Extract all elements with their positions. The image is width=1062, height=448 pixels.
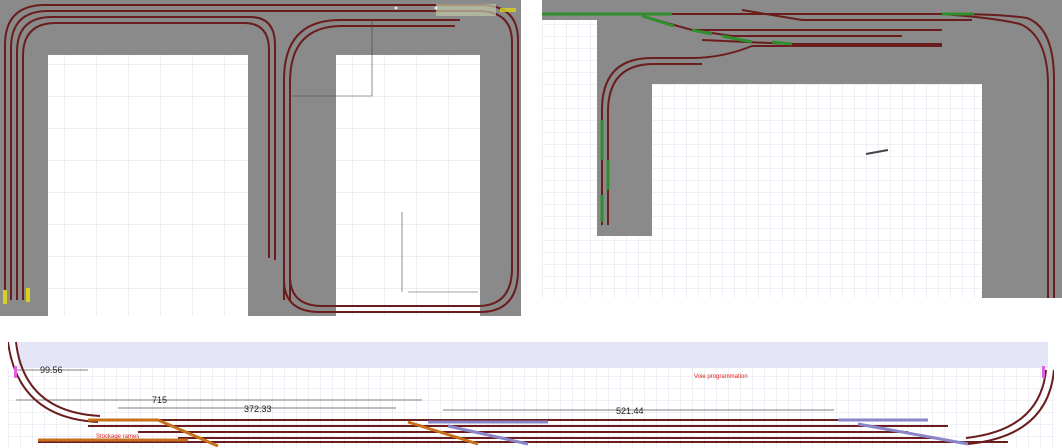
- layout-panel-oval: [0, 0, 521, 316]
- sky-band: [18, 342, 1048, 368]
- endpoint-marker: [14, 366, 17, 378]
- layout-panel-l-shape: [542, 0, 1062, 298]
- dimension-label: 715: [152, 395, 167, 405]
- shelf-track-plan: 99.56 715 372.33 521.44 Stockage rames V…: [8, 340, 1054, 448]
- turnout-marker: [436, 4, 496, 16]
- dimension-label: 99.56: [40, 365, 63, 375]
- l-shape-track-plan: [542, 0, 1062, 298]
- endpoint-marker: [500, 8, 516, 12]
- endpoint-marker: [3, 290, 7, 304]
- dimension-label: 521.44: [616, 406, 644, 416]
- endpoint-marker: [26, 288, 30, 302]
- oval-track-plan: [0, 0, 521, 316]
- dimension-label: 372.33: [244, 404, 272, 414]
- storage-label: Stockage rames: [96, 434, 139, 440]
- programming-track-label: Voie programmation: [694, 374, 748, 380]
- layout-panel-shelf: 99.56 715 372.33 521.44 Stockage rames V…: [8, 340, 1054, 448]
- endpoint-marker: [1042, 366, 1045, 378]
